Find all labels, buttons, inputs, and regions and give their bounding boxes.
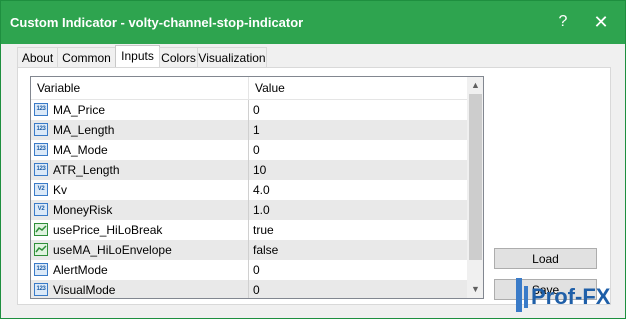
integer-type-icon: 123 [34,283,48,296]
column-divider [248,160,249,180]
column-divider [248,100,249,120]
value-cell[interactable]: false [253,240,278,260]
column-divider [248,200,249,220]
value-cell[interactable]: 1.0 [253,200,270,220]
inputs-grid: Variable Value 123 MA_Price 0 123 MA_Length 1… [30,76,484,299]
variable-name-cell: usePrice_HiLoBreak [53,223,163,237]
logo-candle-bar [524,286,528,308]
value-cell[interactable]: 1 [253,120,260,140]
double-type-icon: V2 [34,203,48,216]
table-row[interactable]: V2 Kv 4.0 [31,180,467,200]
help-button[interactable]: ? [548,10,578,34]
header-divider [248,77,249,99]
column-divider [248,280,249,298]
grid-header: Variable Value [31,77,467,100]
column-divider [248,240,249,260]
integer-type-icon: 123 [34,143,48,156]
variable-name-cell: MA_Mode [53,143,108,157]
column-divider [248,260,249,280]
variable-name-cell: MA_Length [53,123,115,137]
column-header-value[interactable]: Value [255,77,285,99]
load-button[interactable]: Load [494,248,597,269]
table-row[interactable]: 123 AlertMode 0 [31,260,467,280]
tab-colors[interactable]: Colors [159,47,198,67]
integer-type-icon: 123 [34,163,48,176]
logo-text: Prof-FX [531,284,611,309]
table-row[interactable]: V2 MoneyRisk 1.0 [31,200,467,220]
logo-candle-bar [516,278,522,312]
tab-inputs[interactable]: Inputs [115,45,160,68]
tab-visualization[interactable]: Visualization [197,47,267,67]
table-row[interactable]: 123 MA_Length 1 [31,120,467,140]
column-divider [248,180,249,200]
integer-type-icon: 123 [34,123,48,136]
value-cell[interactable]: 4.0 [253,180,270,200]
boolean-type-icon [34,243,48,256]
value-cell[interactable]: 0 [253,100,260,120]
variable-name-cell: useMA_HiLoEnvelope [53,243,172,257]
scroll-thumb[interactable] [469,94,482,260]
variable-name-cell: AlertMode [53,263,108,277]
table-row[interactable]: 123 VisualMode 0 [31,280,467,298]
scroll-up-arrow-icon[interactable]: ▲ [467,77,483,94]
variable-name-cell: MoneyRisk [53,203,113,217]
variable-name-cell: ATR_Length [53,163,120,177]
scroll-down-arrow-icon[interactable]: ▼ [467,281,483,298]
window-title: Custom Indicator - volty-channel-stop-in… [10,15,304,30]
prof-fx-watermark-logo: Prof-FX [516,278,611,312]
value-cell[interactable]: 0 [253,140,260,160]
table-row[interactable]: usePrice_HiLoBreak true [31,220,467,240]
column-divider [248,120,249,140]
value-cell[interactable]: 0 [253,260,260,280]
variable-name-cell: MA_Price [53,103,106,117]
variable-name-cell: Kv [53,183,68,197]
vertical-scrollbar[interactable]: ▲ ▼ [467,77,483,298]
table-row[interactable]: useMA_HiLoEnvelope false [31,240,467,260]
table-row[interactable]: 123 MA_Price 0 [31,100,467,120]
tab-about[interactable]: About [17,47,58,67]
integer-type-icon: 123 [34,103,48,116]
column-divider [248,140,249,160]
table-row[interactable]: 123 ATR_Length 10 [31,160,467,180]
tab-common[interactable]: Common [57,47,116,67]
table-row[interactable]: 123 MA_Mode 0 [31,140,467,160]
close-button[interactable]: ✕ [586,10,616,34]
value-cell[interactable]: true [253,220,274,240]
double-type-icon: V2 [34,183,48,196]
title-bar: Custom Indicator - volty-channel-stop-in… [1,1,625,44]
boolean-type-icon [34,223,48,236]
value-cell[interactable]: 0 [253,280,260,298]
column-header-variable[interactable]: Variable [37,77,80,99]
value-cell[interactable]: 10 [253,160,266,180]
variable-name-cell: VisualMode [53,283,116,297]
column-divider [248,220,249,240]
integer-type-icon: 123 [34,263,48,276]
